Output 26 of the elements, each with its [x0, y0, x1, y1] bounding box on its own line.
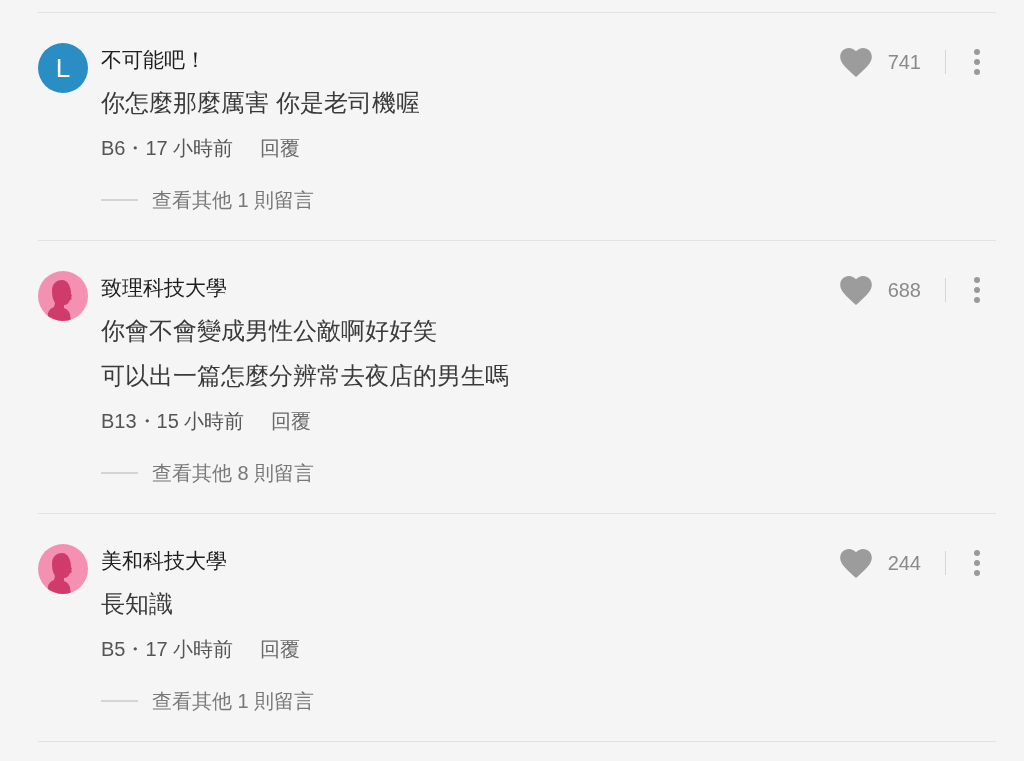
heart-icon [839, 47, 872, 77]
heart-icon [839, 548, 872, 578]
comment-text: 你怎麼那麼厲害 你是老司機喔 [101, 88, 420, 118]
author-name: 美和科技大學 [101, 549, 227, 573]
vertical-dots-icon [974, 49, 980, 75]
vertical-dots-icon [974, 277, 980, 303]
view-replies-button[interactable]: 查看其他 8 則留言 [152, 458, 315, 488]
reply-button[interactable]: 回覆 [260, 633, 301, 664]
comment-text: 你會不會變成男性公敵啊好好笑 [101, 316, 437, 346]
author-name: 不可能吧！ [101, 48, 206, 72]
like-button[interactable]: 244 [839, 548, 921, 578]
comment-text: 可以出一篇怎麼分辨常去夜店的男生嗎 [101, 361, 509, 391]
like-button[interactable]: 741 [839, 47, 921, 77]
floor-and-time: B5・17 小時前 [101, 636, 234, 662]
floor-and-time: B6・17 小時前 [101, 135, 234, 161]
reply-button[interactable]: 回覆 [271, 405, 312, 436]
reply-button[interactable]: 回覆 [260, 132, 301, 163]
view-replies-button[interactable]: 查看其他 1 則留言 [152, 185, 315, 215]
comment-text: 長知識 [101, 589, 173, 619]
floor-and-time: B13・15 小時前 [101, 408, 245, 434]
heart-icon [839, 275, 872, 305]
author-name: 致理科技大學 [101, 276, 227, 300]
vertical-dots-icon [974, 550, 980, 576]
letter-avatar: L [38, 43, 88, 93]
like-button[interactable]: 688 [839, 275, 921, 305]
view-replies-button[interactable]: 查看其他 1 則留言 [152, 686, 315, 716]
